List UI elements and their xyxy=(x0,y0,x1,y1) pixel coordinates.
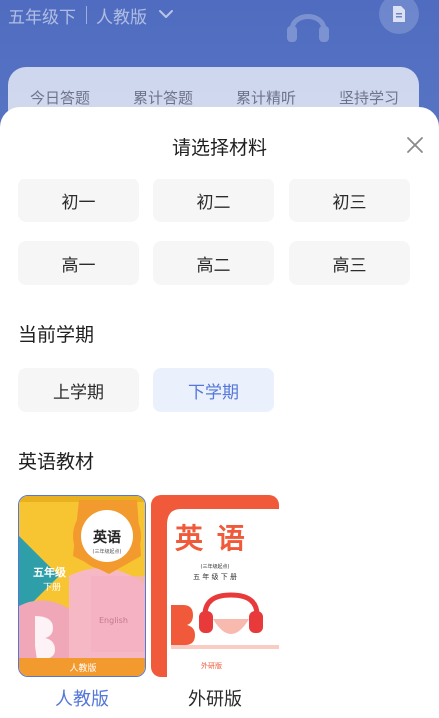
grade-option-gao1[interactable]: 高一 xyxy=(18,241,139,285)
material-selector-sheet: 请选择材料 初一 初二 初三 高一 高二 高三 当前学期 上学期 下学期 英语教… xyxy=(0,107,439,718)
grade-option-chu3[interactable]: 初三 xyxy=(289,179,410,222)
pep-cover-publisher: 人教版 xyxy=(69,664,97,674)
fltrp-cover-grade-volume: 五 年 级 下 册 xyxy=(193,573,237,581)
chevron-down-icon[interactable] xyxy=(158,6,174,22)
fltrp-cover-publisher: 外研版 xyxy=(201,662,222,670)
textbook-label-pep[interactable]: 人教版 xyxy=(18,685,146,711)
grade-option-gao3[interactable]: 高三 xyxy=(289,241,410,285)
pep-cover-note: (三年级起点) xyxy=(92,549,122,555)
headphone-icon xyxy=(287,14,329,42)
stat-streak: 坚持学习 xyxy=(339,89,400,107)
fltrp-cover-subject: 英 语 xyxy=(175,522,247,555)
textbook-section-title: 英语教材 xyxy=(18,451,95,473)
semester-option-first[interactable]: 上学期 xyxy=(18,368,139,412)
pep-cover-subject: 英语 xyxy=(93,530,121,546)
semester-option-second[interactable]: 下学期 xyxy=(153,368,274,412)
grade-selector[interactable]: 五年级下 xyxy=(8,3,76,28)
textbook-cover-fltrp[interactable]: 英 语 (三年级起点) 五 年 级 下 册 外研版 xyxy=(151,495,279,677)
grade-option-gao2[interactable]: 高二 xyxy=(153,241,274,285)
stat-total-answers: 累计答题 xyxy=(133,89,194,107)
document-button[interactable] xyxy=(379,0,419,34)
stat-total-listening: 累计精听 xyxy=(236,89,297,107)
pep-cover-grade: 五年级 xyxy=(33,566,66,579)
header-divider xyxy=(86,6,87,24)
fltrp-cover-note: (三年级起点) xyxy=(200,564,230,570)
pep-cover-volume: 下册 xyxy=(43,583,62,593)
grade-row-1: 初一 初二 初三 xyxy=(0,179,439,229)
document-icon xyxy=(393,6,405,22)
pep-cover-art xyxy=(19,496,145,676)
edition-selector[interactable]: 人教版 xyxy=(96,3,147,28)
background-header: 五年级下 人教版 xyxy=(0,0,439,42)
semester-section-title: 当前学期 xyxy=(18,324,95,346)
sheet-title: 请选择材料 xyxy=(171,137,267,159)
grade-option-chu2[interactable]: 初二 xyxy=(153,179,274,222)
pep-cover-english: English xyxy=(99,616,128,625)
grade-option-chu1[interactable]: 初一 xyxy=(18,179,139,222)
textbook-cover-pep[interactable]: 英语 (三年级起点) 五年级 下册 English 人教版 xyxy=(18,495,146,677)
close-icon[interactable] xyxy=(404,134,426,156)
textbook-label-fltrp[interactable]: 外研版 xyxy=(151,685,279,711)
stat-today: 今日答题 xyxy=(30,89,91,107)
